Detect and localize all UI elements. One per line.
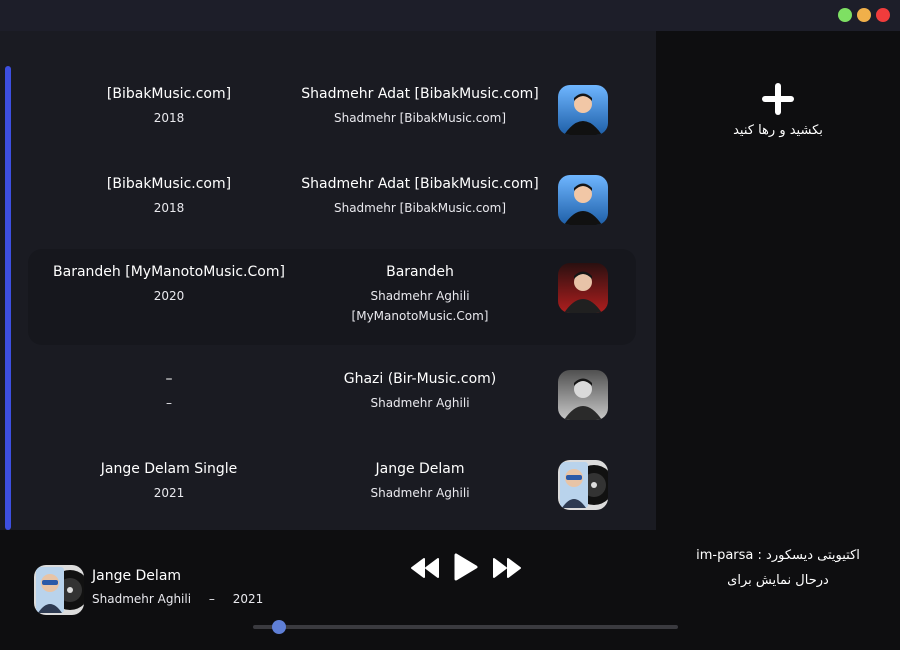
track-row[interactable]: Jange Delam Single 2021 Jange Delam Shad… bbox=[28, 446, 636, 516]
track-title: Jange Delam bbox=[375, 461, 465, 477]
track-cover bbox=[558, 85, 608, 135]
track-title: Barandeh bbox=[386, 264, 454, 280]
minimize-button[interactable] bbox=[857, 8, 871, 22]
track-row[interactable]: [BibakMusic.com] 2018 Shadmehr Adat [Bib… bbox=[28, 161, 636, 231]
track-year: 2020 bbox=[153, 289, 185, 303]
track-album: Jange Delam Single bbox=[100, 461, 238, 477]
track-album: Barandeh [MyManotoMusic.Com] bbox=[53, 264, 285, 280]
progress-track[interactable] bbox=[253, 620, 678, 634]
track-artist: Shadmehr Aghili bbox=[370, 396, 470, 410]
now-playing-year: 2021 bbox=[232, 592, 264, 606]
track-list-panel: [BibakMusic.com] 2018 Shadmehr Adat [Bib… bbox=[0, 31, 656, 530]
now-playing-cover bbox=[34, 565, 84, 615]
now-playing-artist: Shadmehr Aghili bbox=[92, 592, 192, 606]
track-album: [BibakMusic.com] bbox=[106, 176, 232, 192]
progress-thumb[interactable] bbox=[271, 620, 286, 634]
now-playing-title: Jange Delam bbox=[92, 568, 182, 584]
track-artist: Shadmehr [BibakMusic.com] bbox=[333, 111, 507, 125]
track-year: 2021 bbox=[153, 486, 185, 500]
track-row[interactable]: [BibakMusic.com] 2018 Shadmehr Adat [Bib… bbox=[28, 71, 636, 141]
track-album: – bbox=[165, 371, 173, 387]
scroll-indicator[interactable] bbox=[5, 66, 11, 530]
close-button[interactable] bbox=[876, 8, 890, 22]
track-title: Shadmehr Adat [BibakMusic.com] bbox=[301, 86, 539, 102]
discord-status-label: درحال نمایش برای bbox=[727, 573, 829, 588]
track-album: [BibakMusic.com] bbox=[106, 86, 232, 102]
track-year: 2018 bbox=[153, 111, 185, 125]
track-cover bbox=[558, 460, 608, 510]
dropzone-panel[interactable]: بکشید و رها کنید bbox=[656, 31, 900, 530]
track-row[interactable]: Barandeh [MyManotoMusic.Com] 2020 Barand… bbox=[28, 249, 636, 345]
track-artist: Shadmehr Aghili [MyManotoMusic.Com] bbox=[351, 289, 489, 323]
title-bar bbox=[0, 0, 900, 31]
track-title: Ghazi (Bir-Music.com) bbox=[343, 371, 497, 387]
track-row[interactable]: – – Ghazi (Bir-Music.com) Shadmehr Aghil… bbox=[28, 356, 636, 426]
maximize-button[interactable] bbox=[838, 8, 852, 22]
track-year: 2018 bbox=[153, 201, 185, 215]
player-bar: Jange Delam Shadmehr Aghili – 2021 اکتیو… bbox=[0, 530, 900, 650]
dropzone-label: بکشید و رها کنید bbox=[733, 123, 823, 138]
discord-activity-label: اکتیویتی دیسکورد : im-parsa bbox=[696, 548, 860, 563]
rewind-icon[interactable] bbox=[410, 557, 440, 579]
track-artist: Shadmehr Aghili bbox=[370, 486, 470, 500]
plus-icon[interactable] bbox=[762, 83, 794, 115]
now-playing-meta: Shadmehr Aghili – 2021 bbox=[92, 592, 277, 606]
track-artist: Shadmehr [BibakMusic.com] bbox=[333, 201, 507, 215]
track-year: – bbox=[166, 396, 172, 410]
play-icon[interactable] bbox=[453, 552, 479, 582]
track-cover bbox=[558, 175, 608, 225]
track-cover bbox=[558, 370, 608, 420]
now-playing-separator: – bbox=[208, 592, 215, 606]
track-cover bbox=[558, 263, 608, 313]
track-title: Shadmehr Adat [BibakMusic.com] bbox=[301, 176, 539, 192]
fast-forward-icon[interactable] bbox=[492, 557, 522, 579]
